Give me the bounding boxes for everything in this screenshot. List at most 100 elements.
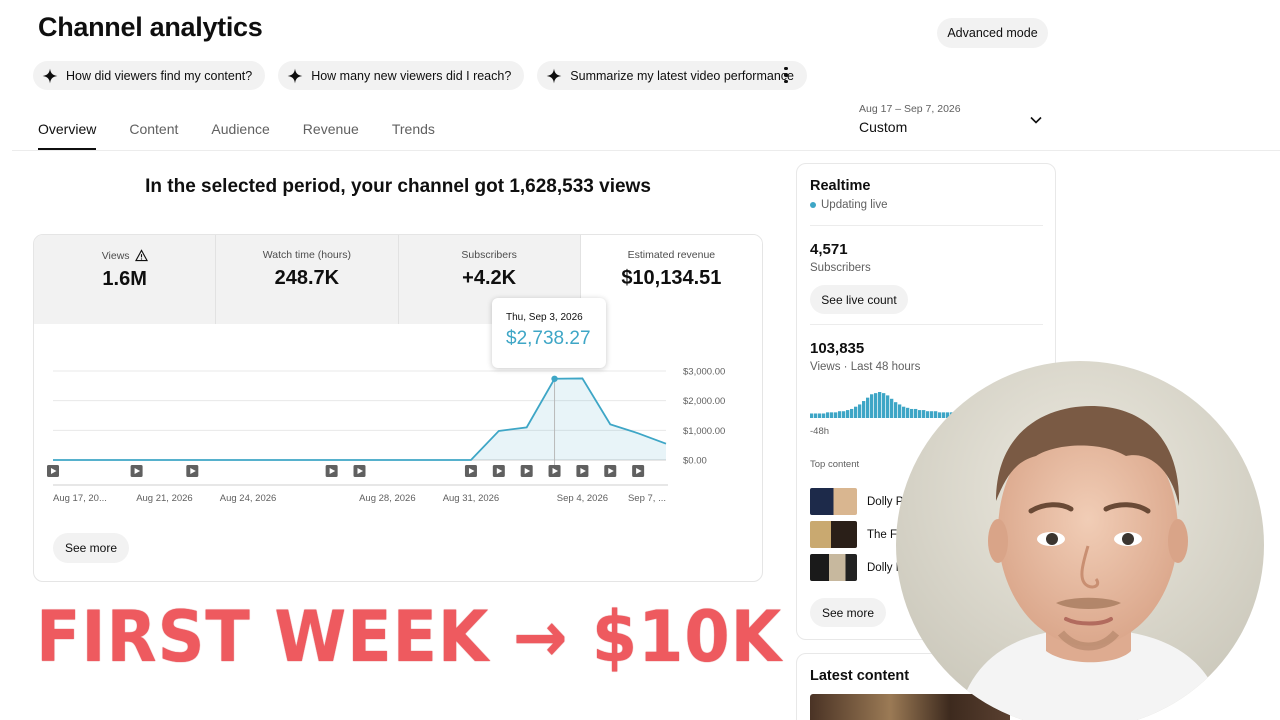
sparkle-icon (287, 68, 303, 83)
chip-label: Summarize my latest video performance (570, 68, 794, 83)
tab-overview[interactable]: Overview (38, 121, 97, 150)
realtime-bar (854, 406, 858, 418)
realtime-bar (826, 412, 830, 418)
see-more-top-content-button[interactable]: See more (810, 598, 886, 627)
date-range-label: Custom (859, 119, 908, 135)
realtime-bar (938, 412, 942, 418)
realtime-bar (838, 411, 842, 418)
realtime-bar (910, 408, 914, 418)
divider (810, 324, 1043, 325)
realtime-bar (898, 404, 902, 418)
realtime-bar (822, 413, 826, 418)
realtime-bar (894, 402, 898, 418)
top-content-item[interactable]: Dolly F (810, 554, 903, 581)
y-tick-label: $2,000.00 (683, 396, 725, 407)
tab-trends[interactable]: Trends (392, 121, 435, 150)
realtime-title: Realtime (810, 178, 871, 194)
realtime-bar (886, 395, 890, 418)
subscriber-count: 4,571 (810, 241, 848, 258)
chevron-down-icon[interactable] (1029, 113, 1043, 127)
thumbnail-2 (810, 521, 857, 548)
realtime-bar (914, 408, 918, 418)
revenue-chart[interactable]: $3,000.00 $2,000.00 $1,000.00 $0.00 Aug 17, … (34, 235, 763, 525)
overview-chart-card: Views 1.6M Watch time (hours) 248.7K Sub… (33, 234, 763, 582)
sparkle-icon (42, 68, 58, 83)
realtime-bar (926, 411, 930, 418)
chip-new-viewers[interactable]: How many new viewers did I reach? (278, 61, 525, 90)
subscriber-label: Subscribers (810, 262, 871, 274)
y-tick-label: $0.00 (683, 456, 707, 467)
date-range-selector[interactable]: Aug 17 – Sep 7, 2026 Custom (859, 103, 961, 135)
summary-headline: In the selected period, your channel got… (145, 176, 651, 197)
thumbnail-3 (810, 554, 857, 581)
top-content-item[interactable]: Dolly P (810, 488, 903, 515)
realtime-bar (834, 412, 838, 418)
tabs-divider (12, 150, 1280, 151)
realtime-bar (846, 410, 850, 418)
divider (810, 225, 1043, 226)
thumbnail-1 (810, 488, 857, 515)
realtime-bar (942, 412, 946, 418)
more-options-icon[interactable] (779, 65, 793, 85)
x-tick-label: Aug 31, 2026 (443, 493, 500, 504)
x-tick-label: Sep 7, ... (628, 493, 666, 504)
realtime-bar (930, 411, 934, 418)
live-dot-icon (810, 202, 816, 208)
highlight-point (551, 375, 558, 382)
realtime-bar (858, 404, 862, 418)
webcam-face-image (896, 361, 1264, 720)
tab-content[interactable]: Content (129, 121, 178, 150)
tab-audience[interactable]: Audience (211, 121, 269, 150)
y-tick-label: $1,000.00 (683, 426, 725, 437)
realtime-bar (890, 398, 894, 418)
chip-label: How did viewers find my content? (66, 68, 253, 83)
sparkle-icon (546, 68, 562, 83)
realtime-bar (870, 394, 874, 418)
realtime-bar (902, 406, 906, 418)
realtime-bar (918, 410, 922, 418)
overlay-headline: FIRST WEEK → $10K (36, 596, 783, 678)
chip-summarize-video[interactable]: Summarize my latest video performance (537, 61, 807, 90)
x-tick-label: Aug 24, 2026 (220, 493, 277, 504)
realtime-bar (818, 413, 822, 418)
realtime-bar (882, 393, 886, 418)
analytics-tabs: Overview Content Audience Revenue Trends (38, 121, 435, 150)
x-tick-label: Aug 21, 2026 (136, 493, 193, 504)
realtime-bar (874, 393, 878, 418)
realtime-bar (934, 411, 938, 418)
realtime-bar (810, 413, 814, 418)
advanced-mode-button[interactable]: Advanced mode (937, 18, 1048, 48)
live-status: Updating live (810, 199, 887, 211)
axis-start-label: -48h (810, 426, 830, 437)
chip-viewers-find[interactable]: How did viewers find my content? (33, 61, 266, 90)
realtime-bar (842, 411, 846, 418)
top-content-title: The Fi (867, 528, 900, 541)
realtime-bar (878, 392, 882, 418)
area-fill (53, 378, 666, 460)
x-tick-label: Sep 4, 2026 (557, 493, 608, 504)
see-live-count-button[interactable]: See live count (810, 285, 908, 314)
views-48h-count: 103,835 (810, 340, 865, 357)
see-more-button[interactable]: See more (53, 533, 129, 563)
tooltip-value: $2,738.27 (506, 328, 591, 349)
top-content-item[interactable]: The Fi (810, 521, 900, 548)
date-range-text: Aug 17 – Sep 7, 2026 (859, 103, 961, 115)
realtime-bar (850, 408, 854, 418)
realtime-bar (922, 410, 926, 418)
y-tick-label: $3,000.00 (683, 367, 725, 378)
realtime-bar (814, 413, 818, 418)
tab-revenue[interactable]: Revenue (303, 121, 359, 150)
page-title: Channel analytics (38, 12, 263, 42)
x-tick-label: Aug 28, 2026 (359, 493, 416, 504)
top-content-heading: Top content (810, 459, 860, 470)
realtime-bar (862, 401, 866, 418)
tooltip-date: Thu, Sep 3, 2026 (506, 312, 583, 323)
chip-label: How many new viewers did I reach? (311, 68, 512, 83)
realtime-bar (866, 397, 870, 418)
top-content-title: Dolly P (867, 495, 904, 508)
latest-content-title: Latest content (810, 668, 910, 684)
realtime-bar (906, 407, 910, 418)
live-status-text: Updating live (821, 199, 888, 211)
chart-tooltip: Thu, Sep 3, 2026 $2,738.27 (492, 298, 606, 368)
suggestion-chips: How did viewers find my content? How man… (33, 61, 807, 90)
